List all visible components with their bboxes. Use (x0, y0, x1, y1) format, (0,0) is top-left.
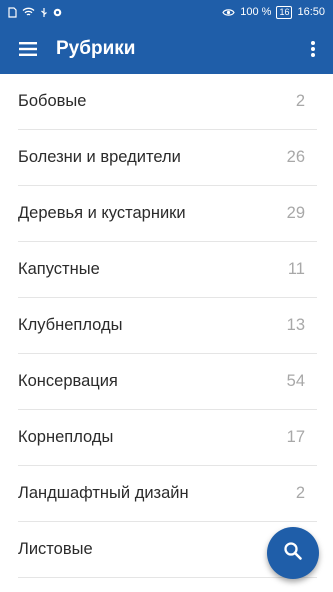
categories-list: Бобовые 2 Болезни и вредители 26 Деревья… (0, 74, 333, 592)
battery-percent: 100 % (240, 6, 272, 18)
list-item[interactable]: Клубнеплоды 13 (18, 298, 317, 354)
usb-icon (40, 7, 48, 18)
category-label: Бобовые (18, 92, 87, 110)
more-vertical-icon[interactable] (293, 24, 333, 74)
list-item[interactable]: Бобовые 2 (18, 74, 317, 130)
category-count: 13 (286, 316, 305, 334)
category-count: 2 (295, 484, 305, 502)
wifi-icon (22, 7, 35, 17)
category-label: Клубнеплоды (18, 316, 123, 334)
list-item[interactable]: Консервация 54 (18, 354, 317, 410)
category-count: 29 (286, 204, 305, 222)
list-item[interactable]: Корнеплоды 17 (18, 410, 317, 466)
list-item[interactable]: Болезни и вредители 26 (18, 130, 317, 186)
category-count: 11 (287, 260, 305, 278)
category-count: 17 (286, 428, 305, 446)
battery-icon: 16 (276, 5, 293, 19)
page-title: Рубрики (56, 38, 136, 59)
category-label: Ландшафтный дизайн (18, 484, 189, 502)
app-bar: Рубрики (0, 24, 333, 74)
list-item[interactable]: Ландшафтный дизайн 2 (18, 466, 317, 522)
category-label: Корнеплоды (18, 428, 114, 446)
status-bar-left (8, 6, 62, 18)
clock: 16:50 (297, 6, 325, 18)
status-bar: 100 % 16 16:50 (0, 0, 333, 24)
category-label: Капустные (18, 260, 100, 278)
status-bar-right: 100 % 16 16:50 (222, 5, 325, 19)
menu-icon[interactable] (0, 24, 56, 74)
list-item[interactable]: Капустные 11 (18, 242, 317, 298)
category-label: Деревья и кустарники (18, 204, 186, 222)
list-item[interactable]: Деревья и кустарники 29 (18, 186, 317, 242)
category-count: 2 (295, 92, 305, 110)
search-button[interactable] (267, 527, 319, 579)
search-icon (283, 541, 303, 566)
category-label: Болезни и вредители (18, 148, 181, 166)
category-label: Консервация (18, 372, 118, 390)
category-count: 54 (286, 372, 305, 390)
sim-card-icon (8, 6, 17, 18)
notification-dot-icon (53, 8, 62, 17)
category-label: Листовые (18, 540, 93, 558)
category-count: 26 (286, 148, 305, 166)
eye-comfort-icon (222, 8, 235, 17)
